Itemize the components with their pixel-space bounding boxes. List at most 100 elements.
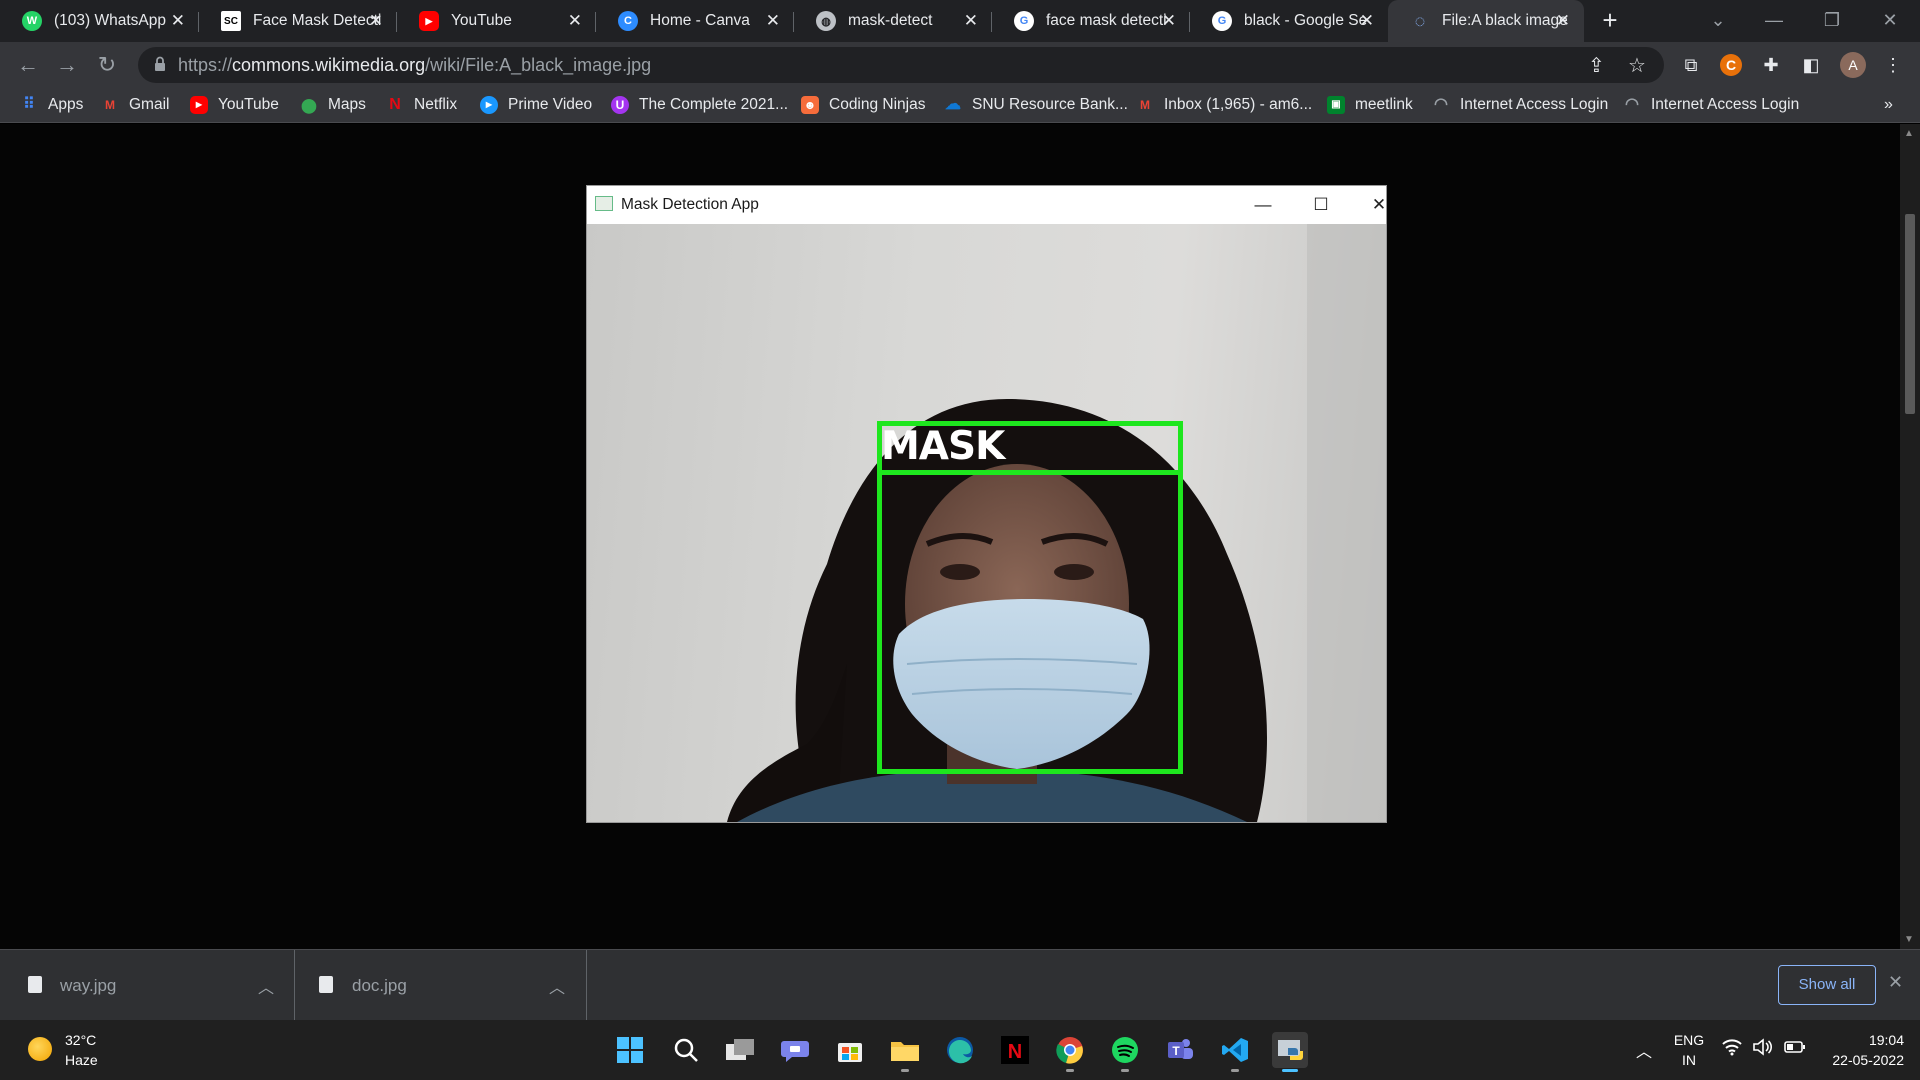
- extension-c-icon[interactable]: C: [1720, 54, 1742, 76]
- bookmark-meetlink[interactable]: ▣ meetlink: [1327, 94, 1413, 116]
- canva-icon: C: [618, 11, 638, 31]
- tray-overflow-chevron-icon[interactable]: ︿: [1636, 1038, 1652, 1062]
- language-indicator[interactable]: ENG IN: [1672, 1030, 1706, 1070]
- close-tab-icon[interactable]: ✕: [1360, 11, 1374, 31]
- minimize-icon[interactable]: —: [1746, 0, 1802, 42]
- scroll-thumb[interactable]: [1905, 214, 1915, 414]
- start-icon[interactable]: [612, 1032, 648, 1068]
- close-tab-icon[interactable]: ✕: [1162, 11, 1176, 31]
- spotify-icon[interactable]: [1107, 1032, 1143, 1072]
- file-explorer-icon[interactable]: [887, 1032, 923, 1072]
- bookmark-internet-access-2[interactable]: ◠ Internet Access Login: [1623, 94, 1799, 116]
- edge-icon[interactable]: [942, 1032, 978, 1068]
- bookmark-udemy-course[interactable]: U The Complete 2021...: [611, 94, 788, 116]
- bookmark-youtube[interactable]: ▶ YouTube: [190, 94, 279, 116]
- cast-icon[interactable]: ⧉: [1680, 54, 1702, 76]
- share-icon[interactable]: ⇪: [1588, 53, 1605, 78]
- chrome-icon[interactable]: [1052, 1032, 1088, 1072]
- bookmark-maps[interactable]: ⬤ Maps: [300, 94, 366, 116]
- bookmark-star-icon[interactable]: ☆: [1628, 53, 1646, 78]
- bookmark-netflix[interactable]: N Netflix: [386, 94, 457, 116]
- tab-whatsapp[interactable]: W (103) WhatsApp ✕: [0, 0, 199, 42]
- close-tab-icon[interactable]: ✕: [964, 11, 978, 31]
- bookmark-prime-video[interactable]: ▶ Prime Video: [480, 94, 592, 116]
- tab-black-search[interactable]: G black - Google Se ✕: [1190, 0, 1388, 42]
- network-icon: ◠: [1434, 96, 1448, 113]
- globe-icon: ◍: [816, 11, 836, 31]
- detection-label: MASK: [881, 424, 1005, 469]
- tab-search-icon[interactable]: ⌄: [1690, 0, 1746, 42]
- chrome-menu-icon[interactable]: ⋮: [1882, 54, 1904, 76]
- gmail-icon: M: [1140, 98, 1150, 112]
- teams-chat-icon[interactable]: [777, 1032, 813, 1068]
- vscode-icon[interactable]: [1217, 1032, 1253, 1072]
- weather-condition[interactable]: Haze: [65, 1052, 98, 1068]
- chevron-up-icon[interactable]: ︿: [258, 974, 274, 998]
- close-tab-icon[interactable]: ✕: [369, 11, 383, 31]
- address-bar[interactable]: https://commons.wikimedia.org/wiki/File:…: [138, 47, 1664, 83]
- tab-active-black-image[interactable]: ◌ File:A black image ✕: [1388, 0, 1584, 42]
- scroll-up-icon[interactable]: ▲: [1904, 128, 1914, 139]
- search-icon[interactable]: [668, 1032, 704, 1068]
- tab-face-mask-search[interactable]: G face mask detecti ✕: [992, 0, 1190, 42]
- tab-canva[interactable]: C Home - Canva ✕: [596, 0, 794, 42]
- restore-icon[interactable]: ❐: [1804, 0, 1860, 42]
- task-view-icon[interactable]: [722, 1032, 758, 1068]
- bookmark-apps[interactable]: ⠿ Apps: [20, 94, 83, 116]
- teams-icon[interactable]: T: [1162, 1032, 1198, 1068]
- download-filename: way.jpg: [60, 976, 117, 995]
- scroll-down-icon[interactable]: ▼: [1904, 934, 1914, 945]
- download-item-way[interactable]: way.jpg ︿: [0, 950, 295, 1020]
- weather-sun-icon[interactable]: [28, 1037, 52, 1061]
- youtube-icon: ▶: [419, 11, 439, 31]
- more-bookmarks-icon[interactable]: »: [1884, 96, 1893, 114]
- bookmark-label: Maps: [328, 96, 366, 113]
- downloads-bar: way.jpg ︿ doc.jpg ︿ Show all ✕: [0, 949, 1920, 1020]
- loading-icon: ◌: [1414, 10, 1426, 31]
- bookmark-inbox[interactable]: M Inbox (1,965) - am6...: [1136, 94, 1312, 116]
- back-icon[interactable]: ←: [13, 50, 43, 80]
- new-tab-button[interactable]: +: [1595, 6, 1625, 36]
- netflix-icon[interactable]: N: [997, 1032, 1033, 1068]
- battery-icon[interactable]: [1784, 1038, 1806, 1061]
- tab-mask-detect[interactable]: ◍ mask-detect ✕: [794, 0, 992, 42]
- page-scrollbar[interactable]: ▲ ▼: [1900, 124, 1920, 949]
- store-icon[interactable]: [832, 1032, 868, 1068]
- chevron-up-icon[interactable]: ︿: [549, 974, 565, 998]
- profile-avatar[interactable]: A: [1840, 52, 1866, 78]
- download-item-doc[interactable]: doc.jpg ︿: [295, 950, 587, 1020]
- close-tab-icon[interactable]: ✕: [171, 11, 185, 31]
- wifi-icon[interactable]: [1722, 1038, 1742, 1061]
- app-maximize-icon[interactable]: ☐: [1298, 190, 1344, 220]
- show-all-downloads-button[interactable]: Show all: [1778, 965, 1876, 1005]
- bookmark-label: SNU Resource Bank...: [972, 96, 1128, 113]
- weather-temperature[interactable]: 32°C: [65, 1032, 96, 1048]
- close-tab-icon[interactable]: ✕: [568, 11, 582, 31]
- bookmark-coding-ninjas[interactable]: ☻ Coding Ninjas: [801, 94, 926, 116]
- prime-video-icon: ▶: [480, 96, 498, 114]
- python-app-icon[interactable]: [1272, 1032, 1308, 1072]
- app-title-bar[interactable]: Mask Detection App — ☐ ✕: [587, 186, 1386, 224]
- system-clock[interactable]: 19:04 22-05-2022: [1818, 1030, 1904, 1070]
- bookmark-gmail[interactable]: M Gmail: [101, 94, 169, 116]
- reload-icon[interactable]: ↻: [92, 50, 122, 80]
- side-panel-icon[interactable]: ◧: [1800, 54, 1822, 76]
- close-tab-icon[interactable]: ✕: [1556, 11, 1570, 31]
- tab-title: mask-detect: [848, 12, 933, 29]
- volume-icon[interactable]: [1752, 1038, 1773, 1061]
- clock-date: 22-05-2022: [1832, 1052, 1904, 1068]
- mask-detection-window: Mask Detection App — ☐ ✕ MASK: [586, 185, 1387, 823]
- close-window-icon[interactable]: ✕: [1862, 0, 1918, 42]
- tab-face-mask-detect[interactable]: SC Face Mask Detecti ✕: [199, 0, 397, 42]
- extensions-puzzle-icon[interactable]: ✚: [1760, 54, 1782, 76]
- tab-youtube[interactable]: ▶ YouTube ✕: [397, 0, 596, 42]
- svg-text:N: N: [1008, 1041, 1022, 1063]
- forward-icon[interactable]: →: [52, 50, 82, 80]
- bookmark-snu-resource[interactable]: ☁ SNU Resource Bank...: [944, 94, 1128, 116]
- url-text: https://commons.wikimedia.org/wiki/File:…: [178, 55, 652, 75]
- bookmark-internet-access-1[interactable]: ◠ Internet Access Login: [1432, 94, 1608, 116]
- close-downloads-icon[interactable]: ✕: [1888, 972, 1903, 993]
- close-tab-icon[interactable]: ✕: [766, 11, 780, 31]
- app-minimize-icon[interactable]: —: [1240, 190, 1286, 220]
- app-close-icon[interactable]: ✕: [1356, 190, 1402, 220]
